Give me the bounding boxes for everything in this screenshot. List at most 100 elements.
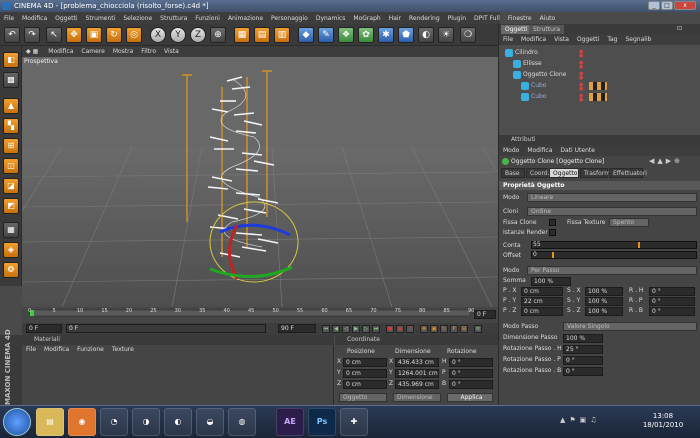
viewport-menu-vista[interactable]: Vista xyxy=(160,48,183,55)
fissa-texture-dropdown[interactable]: Spento xyxy=(609,218,649,227)
render-settings-icon[interactable]: ▥ xyxy=(274,27,290,43)
object-tags-icon[interactable] xyxy=(589,82,607,90)
move-icon[interactable]: ✥ xyxy=(66,27,82,43)
light-icon[interactable]: ☀ xyxy=(438,27,454,43)
timeline-menu-icon[interactable]: ≡ xyxy=(474,325,482,333)
current-frame-field[interactable]: 0 F xyxy=(26,324,62,333)
minimize-button[interactable]: _ xyxy=(648,1,660,10)
psr-scale-field[interactable]: 100 % xyxy=(585,297,623,306)
coord-rotation-field[interactable]: 0 ° xyxy=(449,358,493,367)
coord-position-field[interactable]: 0 cm xyxy=(343,358,387,367)
redo-icon[interactable]: ↷ xyxy=(24,27,40,43)
menu-dpit-full[interactable]: DPIT Full xyxy=(470,15,504,22)
timeline[interactable]: 0 5 10 15 20 25 30 35 40 45 50 55 60 65 70 75 80 85 90 0 F xyxy=(22,307,498,323)
menu-dynamics[interactable]: Dynamics xyxy=(312,15,350,22)
visibility-dots-icon[interactable]: ● ● xyxy=(579,50,583,59)
viewport-perspective[interactable]: Prospettiva xyxy=(22,57,498,307)
tab-oggetti[interactable]: Oggetti xyxy=(501,25,532,34)
object-row[interactable]: Cubo ● ● xyxy=(499,91,700,103)
menu-mograph[interactable]: MoGraph xyxy=(349,15,384,22)
z-axis-icon[interactable]: Z xyxy=(190,27,206,43)
scale-icon[interactable]: ▣ xyxy=(86,27,102,43)
attr-tab-coord[interactable]: Coord. xyxy=(526,168,550,178)
app2-taskbar-icon[interactable]: ◐ xyxy=(164,408,192,436)
object-menu-oggetti[interactable]: Oggetti xyxy=(573,36,603,43)
tray-icons[interactable]: ▲⚑▣♫ xyxy=(560,416,601,424)
modo-passo-dropdown[interactable]: Valore Singolo xyxy=(563,322,697,331)
prev-frame-icon[interactable]: ◁ xyxy=(342,325,350,333)
viewport-menu-camere[interactable]: Camere xyxy=(77,48,108,55)
rotate-icon[interactable]: ↻ xyxy=(106,27,122,43)
viewport-menu-mostra[interactable]: Mostra xyxy=(109,48,137,55)
cube-icon[interactable]: ◆ xyxy=(298,27,314,43)
attr-tab-oggetto[interactable]: Oggetto xyxy=(549,168,579,178)
attributes-menu-modifica[interactable]: Modifica xyxy=(523,147,556,154)
prev-key-icon[interactable]: ◀ xyxy=(332,325,340,333)
psr-position-field[interactable]: 0 cm xyxy=(521,307,563,316)
panel-close-icon[interactable]: ⊡ xyxy=(677,25,682,32)
tab-struttura[interactable]: Struttura xyxy=(529,25,565,34)
scene-icon[interactable]: ⬟ xyxy=(398,27,414,43)
viewport-menu-filtro[interactable]: Filtro xyxy=(137,48,160,55)
cloni-dropdown[interactable]: Ordine xyxy=(527,207,697,216)
render-picture-viewer-icon[interactable]: ▤ xyxy=(254,27,270,43)
use-object-tool-icon[interactable]: ▲ xyxy=(3,98,19,114)
next-frame-icon[interactable]: ▷ xyxy=(362,325,370,333)
modo2-dropdown[interactable]: Per Passo xyxy=(527,266,697,275)
record-icon[interactable]: ● xyxy=(386,325,394,333)
x-axis-icon[interactable]: X xyxy=(150,27,166,43)
menu-strumenti[interactable]: Strumenti xyxy=(82,15,120,22)
menu-animazione[interactable]: Animazione xyxy=(224,15,267,22)
rot-p-field[interactable]: 0 ° xyxy=(563,356,603,365)
somma-field[interactable]: 100 % xyxy=(531,277,571,286)
media-taskbar-icon[interactable]: ◔ xyxy=(100,408,128,436)
psr-scale-field[interactable]: 100 % xyxy=(585,287,623,296)
coords-size-dropdown[interactable]: Dimensione xyxy=(393,393,441,402)
visibility-dots-icon[interactable]: ● ● xyxy=(579,83,583,92)
coord-size-field[interactable]: 436.433 cm xyxy=(395,358,439,367)
menu-hair[interactable]: Hair xyxy=(385,15,405,22)
end-frame-field[interactable]: 90 F xyxy=(278,324,316,333)
menu-selezione[interactable]: Selezione xyxy=(119,15,156,22)
use-polygons-tool-icon[interactable]: ◩ xyxy=(3,198,19,214)
visibility-dots-icon[interactable]: ● ● xyxy=(579,72,583,81)
nurbs-icon[interactable]: ❖ xyxy=(338,27,354,43)
key-position-icon[interactable]: ✥ xyxy=(420,325,428,333)
start-button[interactable] xyxy=(3,408,31,436)
y-axis-icon[interactable]: Y xyxy=(170,27,186,43)
coord-position-field[interactable]: 0 cm xyxy=(343,369,387,378)
apply-button[interactable]: Applica xyxy=(447,393,493,402)
enable-snap-icon[interactable]: ◈ xyxy=(3,242,19,258)
use-edges-tool-icon[interactable]: ◪ xyxy=(3,178,19,194)
attr-tab-base[interactable]: Base xyxy=(501,168,525,178)
spline-pen-icon[interactable]: ✎ xyxy=(318,27,334,43)
close-button[interactable]: x xyxy=(674,1,696,10)
timeline-frame-field[interactable]: 0 F xyxy=(474,310,496,319)
start-frame-field[interactable]: 0 F xyxy=(66,324,266,333)
materials-menu-funzione[interactable]: Funzione xyxy=(73,346,108,353)
menu-modifica[interactable]: Modifica xyxy=(18,15,51,22)
menu-plugin[interactable]: Plugin xyxy=(444,15,470,22)
psr-rotation-field[interactable]: 0 ° xyxy=(649,297,695,306)
menu-funzioni[interactable]: Funzioni xyxy=(191,15,224,22)
paint-icon[interactable]: ❍ xyxy=(460,27,476,43)
coord-position-field[interactable]: 0 cm xyxy=(343,380,387,389)
go-to-end-icon[interactable]: ⏭ xyxy=(372,325,380,333)
coord-rotation-field[interactable]: 0 ° xyxy=(449,380,493,389)
render-view-icon[interactable]: ▦ xyxy=(234,27,250,43)
tweak-mode-icon[interactable]: ▦ xyxy=(3,222,19,238)
rot-h-field[interactable]: 25 ° xyxy=(563,345,603,354)
attributes-menu-dati-utente[interactable]: Dati Utente xyxy=(556,147,599,154)
deformer-icon[interactable]: ✱ xyxy=(378,27,394,43)
psr-position-field[interactable]: 22 cm xyxy=(521,297,563,306)
psr-position-field[interactable]: 0 cm xyxy=(521,287,563,296)
app-taskbar-icon[interactable]: ◑ xyxy=(132,408,160,436)
menu-struttura[interactable]: Struttura xyxy=(156,15,191,22)
istanze-render-checkbox[interactable] xyxy=(549,229,556,236)
attributes-menu-modo[interactable]: Modo xyxy=(499,147,523,154)
recent-tool-icon[interactable]: ◎ xyxy=(126,27,142,43)
rot-b-field[interactable]: 0 ° xyxy=(563,367,603,376)
explorer-taskbar-icon[interactable]: ▤ xyxy=(36,408,64,436)
object-menu-modifica[interactable]: Modifica xyxy=(517,36,550,43)
go-to-start-icon[interactable]: ⏮ xyxy=(322,325,330,333)
